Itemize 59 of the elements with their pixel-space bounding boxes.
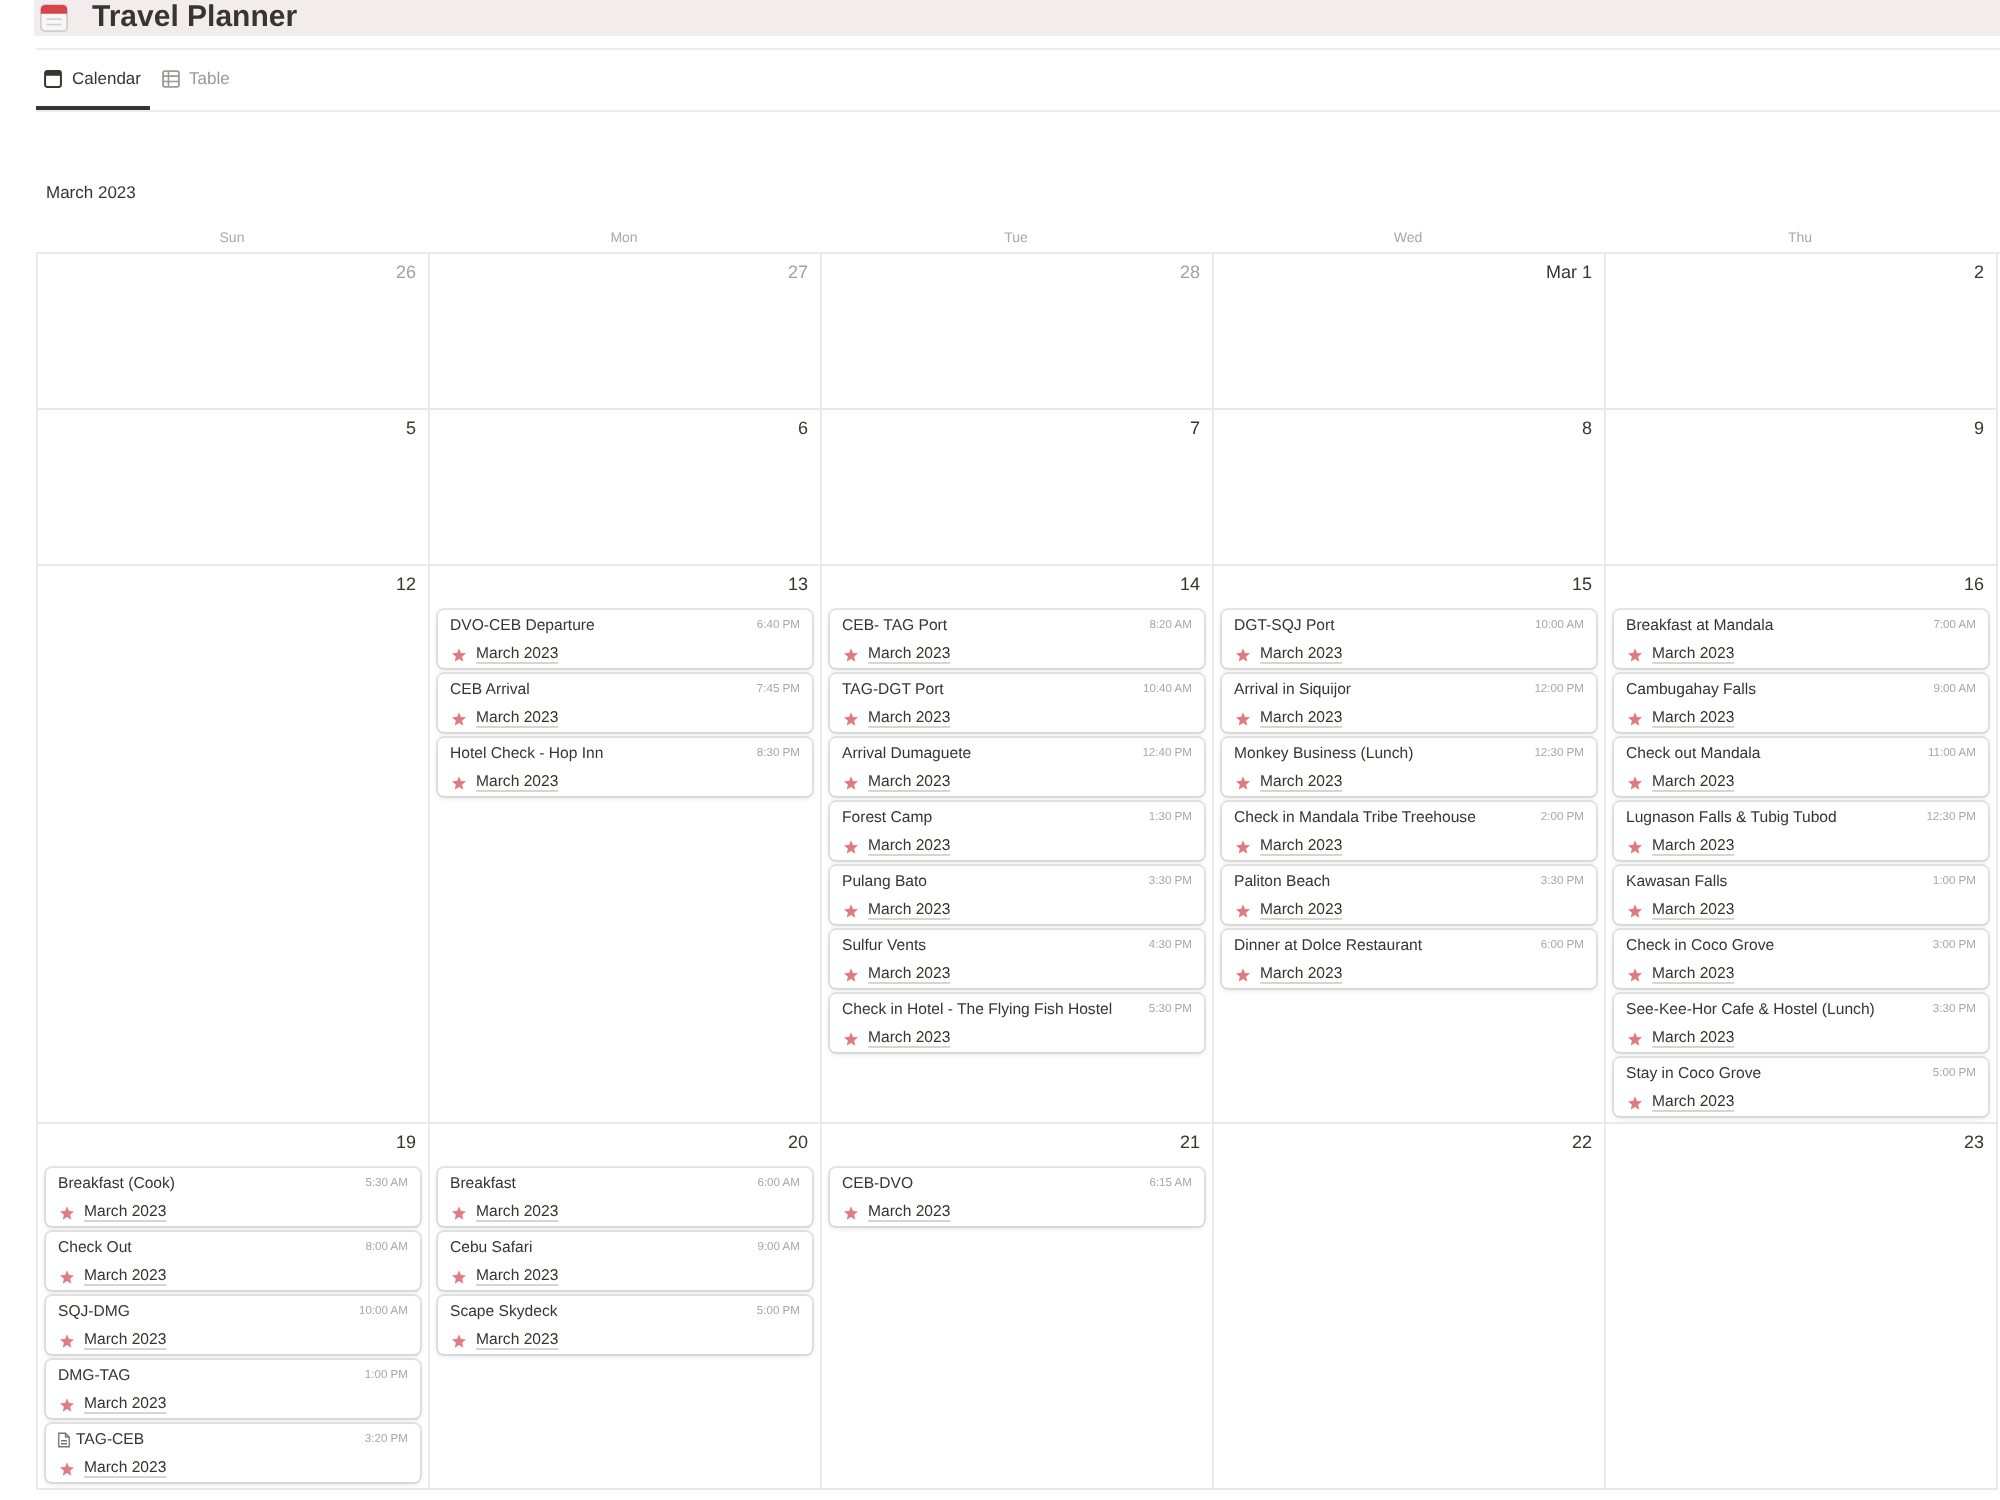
day-number: 23	[1963, 1132, 1984, 1152]
star-icon	[452, 775, 466, 789]
star-icon	[1628, 839, 1642, 853]
day-number: 27	[787, 262, 808, 282]
star-icon	[452, 647, 466, 661]
star-icon	[1236, 967, 1250, 981]
day-number: 28	[1179, 262, 1200, 282]
star-icon	[1236, 839, 1250, 853]
day-number: 15	[1571, 574, 1592, 594]
star-icon	[1236, 775, 1250, 789]
day-number: 8	[1581, 418, 1592, 438]
star-icon	[60, 1461, 74, 1475]
star-icon	[1628, 967, 1642, 981]
day-number: 21	[1179, 1132, 1200, 1152]
star-icon	[844, 903, 858, 917]
star-icon	[1628, 711, 1642, 725]
star-icon	[1236, 903, 1250, 917]
table-icon	[161, 69, 179, 87]
day-number: 26	[395, 262, 416, 282]
page-title: Travel Planner	[92, 0, 298, 36]
star-icon	[844, 647, 858, 661]
star-icon	[1628, 903, 1642, 917]
calendar-icon	[44, 69, 62, 87]
star-icon	[844, 711, 858, 725]
star-icon	[1628, 775, 1642, 789]
star-icon	[452, 1333, 466, 1347]
day-number: Mar 1	[1545, 262, 1592, 282]
day-number: 9	[1973, 418, 1984, 438]
day-number: 22	[1571, 1132, 1592, 1152]
document-icon	[58, 1432, 70, 1448]
star-icon	[844, 967, 858, 981]
view-tab[interactable]: Calendar	[36, 50, 149, 110]
star-icon	[60, 1333, 74, 1347]
day-number: 2	[1973, 262, 1984, 282]
month-label: March 2023	[46, 180, 136, 204]
star-icon	[1236, 711, 1250, 725]
day-number: 12	[395, 574, 416, 594]
star-icon	[1628, 647, 1642, 661]
star-icon	[60, 1269, 74, 1283]
star-icon	[452, 711, 466, 725]
star-icon	[60, 1205, 74, 1219]
day-number: 14	[1179, 574, 1200, 594]
star-icon	[1628, 1095, 1642, 1109]
star-icon	[452, 1269, 466, 1283]
star-icon	[1236, 647, 1250, 661]
day-number: 13	[787, 574, 808, 594]
star-icon	[452, 1205, 466, 1219]
day-number: 5	[405, 418, 416, 438]
star-icon	[844, 1031, 858, 1045]
day-number: 16	[1963, 574, 1984, 594]
day-number: 6	[797, 418, 808, 438]
star-icon	[60, 1397, 74, 1411]
star-icon	[844, 1205, 858, 1219]
star-icon	[844, 839, 858, 853]
day-number: 7	[1189, 418, 1200, 438]
star-icon	[1628, 1031, 1642, 1045]
day-number: 20	[787, 1132, 808, 1152]
star-icon	[844, 775, 858, 789]
day-number: 19	[395, 1132, 416, 1152]
